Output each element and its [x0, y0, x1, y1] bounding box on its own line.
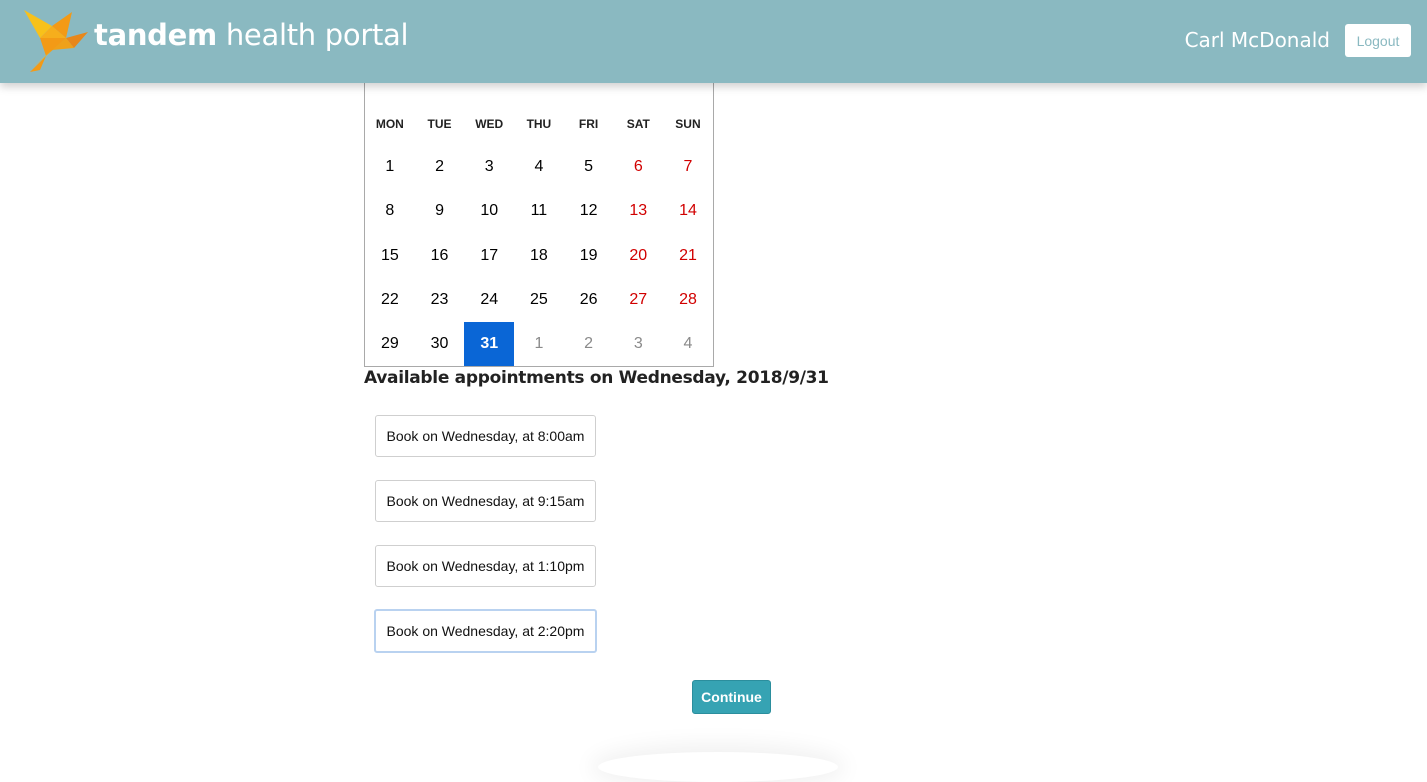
weekday-label: MON	[375, 117, 404, 131]
weekday-label: FRI	[578, 117, 599, 131]
calendar-day[interactable]: 4	[514, 145, 564, 189]
origami-bird-icon[interactable]	[22, 8, 88, 74]
calendar-day[interactable]: 23	[415, 278, 465, 322]
calendar-day[interactable]: 22	[365, 278, 415, 322]
available-appointments-title: Available appointments on Wednesday, 201…	[364, 368, 829, 388]
calendar-day[interactable]: 30	[415, 322, 465, 366]
calendar-day[interactable]: 3	[464, 145, 514, 189]
weekday-label: SAT	[626, 117, 650, 131]
calendar-day[interactable]: 10	[464, 189, 514, 233]
calendar-day[interactable]: 13	[613, 189, 663, 233]
user-name: Carl McDonald	[1184, 28, 1330, 52]
calendar-day[interactable]: 4	[663, 322, 713, 366]
calendar-day[interactable]: 19	[564, 234, 614, 278]
book-appointment-button[interactable]: Book on Wednesday, at 1:10pm	[375, 545, 596, 587]
book-appointment-button[interactable]: Book on Wednesday, at 9:15am	[375, 480, 596, 522]
calendar-day[interactable]: 16	[415, 234, 465, 278]
calendar-day-selected[interactable]: 31	[464, 322, 515, 367]
calendar-day[interactable]: 20	[613, 234, 663, 278]
calendar-day[interactable]: 12	[564, 189, 614, 233]
calendar-day[interactable]: 3	[613, 322, 663, 366]
calendar-day[interactable]: 2	[415, 145, 465, 189]
weekday-label: TUE	[427, 117, 452, 131]
continue-button[interactable]: Continue	[692, 680, 771, 714]
calendar-day[interactable]: 7	[663, 145, 713, 189]
calendar-day[interactable]: 28	[663, 278, 713, 322]
calendar-day[interactable]: 14	[663, 189, 713, 233]
calendar-day[interactable]: 11	[514, 189, 564, 233]
calendar-day[interactable]: 2	[564, 322, 614, 366]
book-appointment-button[interactable]: Book on Wednesday, at 8:00am	[375, 415, 596, 457]
calendar-day-grid: 1 2 3 4 5 6 7 8 9 10 11 12 13 14 15 16 17 18 19 20 21 22 23 24 2…	[365, 145, 713, 367]
calendar-day[interactable]: 27	[613, 278, 663, 322]
calendar-day[interactable]: 26	[564, 278, 614, 322]
brand-bold-text: tandem	[94, 18, 217, 52]
brand-rest-text: health portal	[216, 18, 409, 52]
weekday-label: SUN	[675, 117, 701, 131]
logout-button[interactable]: Logout	[1345, 24, 1411, 57]
book-appointment-button[interactable]: Book on Wednesday, at 2:20pm	[374, 609, 597, 653]
calendar-day[interactable]: 1	[365, 145, 415, 189]
calendar-day[interactable]: 17	[464, 234, 514, 278]
bottom-shadow-decoration	[598, 752, 838, 782]
calendar-day[interactable]: 5	[564, 145, 614, 189]
calendar-day[interactable]: 8	[365, 189, 415, 233]
calendar-day[interactable]: 18	[514, 234, 564, 278]
calendar-day[interactable]: 6	[613, 145, 663, 189]
calendar-day[interactable]: 9	[415, 189, 465, 233]
weekday-label: THU	[526, 117, 552, 131]
calendar-day[interactable]: 24	[464, 278, 514, 322]
month-calendar: MON TUE WED THU FRI SAT SUN 1 2 3 4 5 6 7 8 9 10 11 12 13 1…	[364, 70, 714, 367]
calendar-day[interactable]: 21	[663, 234, 713, 278]
calendar-day[interactable]: 29	[365, 322, 415, 366]
calendar-day[interactable]: 1	[514, 322, 564, 366]
calendar-day[interactable]: 25	[514, 278, 564, 322]
top-navigation-bar: tandem health portal Carl McDonald Logou…	[0, 0, 1427, 83]
weekday-label: WED	[475, 117, 504, 131]
weekday-header-row: MON TUE WED THU FRI SAT SUN	[365, 117, 713, 131]
portal-brand-title[interactable]: tandem health portal	[94, 18, 409, 52]
calendar-day[interactable]: 15	[365, 234, 415, 278]
